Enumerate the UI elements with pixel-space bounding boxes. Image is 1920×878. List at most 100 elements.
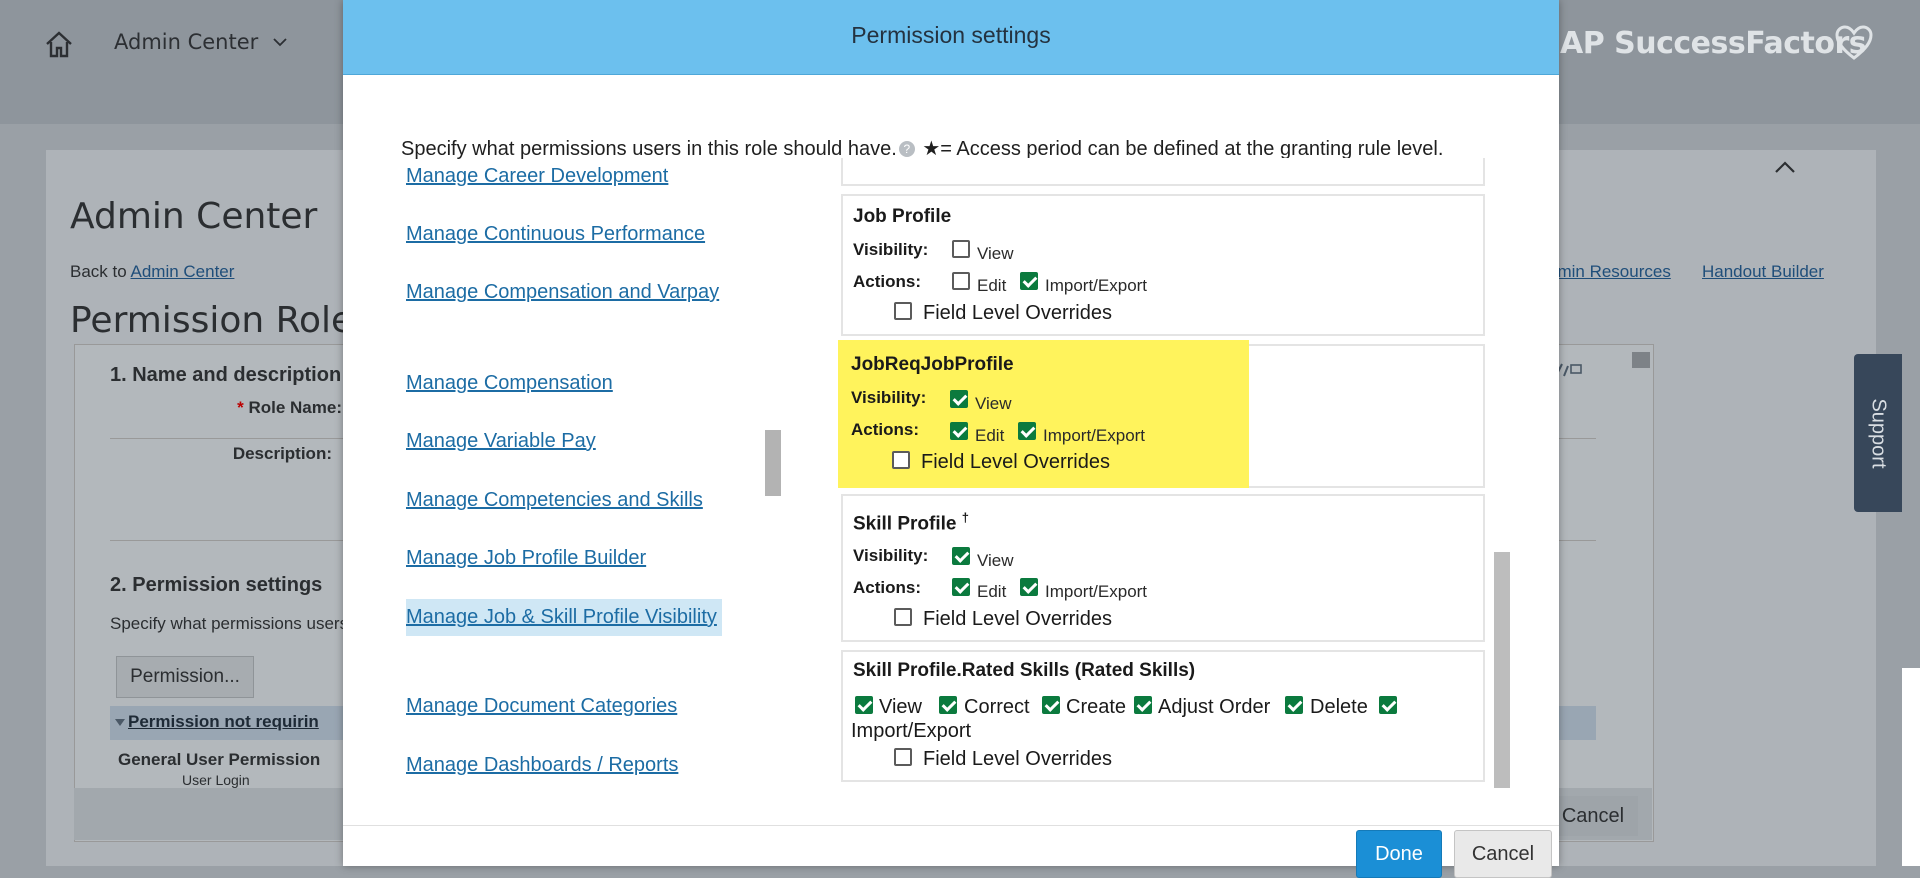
permission-settings-dialog: Permission settings Specify what permiss… <box>343 0 1559 878</box>
import-export-label: Import/Export <box>1045 582 1148 601</box>
handout-builder-link[interactable]: Handout Builder <box>1702 262 1824 282</box>
home-icon[interactable] <box>44 30 74 58</box>
role-name-label: * Role Name: <box>110 398 342 418</box>
nav-item-manage-job-skill-profile-visibility[interactable]: Manage Job & Skill Profile Visibility <box>406 599 722 636</box>
view-checkbox[interactable] <box>950 390 968 408</box>
permission-not-requiring-link[interactable]: Permission not requirin <box>128 712 319 732</box>
import-export-checkbox[interactable] <box>1018 422 1036 440</box>
page-title: Admin Center <box>70 196 318 237</box>
edit-label: Edit <box>977 276 1007 295</box>
permission-box-jobreqjobprofile: JobReqJobProfile Visibility: View Action… <box>838 340 1249 488</box>
import-export-label: Import/Export <box>1043 426 1146 445</box>
breadcrumb-prefix: Back to <box>70 262 131 281</box>
field-level-overrides-label: Field Level Overrides <box>923 748 1112 770</box>
field-level-overrides-checkbox[interactable] <box>894 608 912 626</box>
permission-box-rated-skills: Skill Profile.Rated Skills (Rated Skills… <box>841 650 1485 782</box>
required-marker: * <box>237 398 244 417</box>
right-panel-scrollbar[interactable] <box>1494 552 1510 788</box>
delete-checkbox[interactable] <box>1285 696 1303 714</box>
chevron-down-icon[interactable] <box>272 36 288 48</box>
left-list-scrollbar[interactable] <box>765 430 781 496</box>
correct-label: Correct <box>964 696 1030 718</box>
breadcrumb: Back to Admin Center <box>70 262 234 282</box>
edit-label: Edit <box>975 426 1005 445</box>
import-export-label: Import/Export <box>851 720 972 742</box>
actions-label: Actions: <box>853 578 921 597</box>
import-export-label: Import/Export <box>1045 276 1148 295</box>
heart-icon <box>1835 25 1873 60</box>
field-level-overrides-label: Field Level Overrides <box>923 302 1112 324</box>
view-checkbox[interactable] <box>855 696 873 714</box>
support-label: Support <box>1867 397 1890 469</box>
permission-role-title: Permission Role <box>70 300 354 341</box>
view-label: View <box>975 394 1012 413</box>
visibility-label: Visibility: <box>851 388 927 407</box>
nav-item-manage-compensation[interactable]: Manage Compensation <box>406 367 728 400</box>
chevron-up-icon[interactable] <box>1774 160 1796 174</box>
create-label: Create <box>1066 696 1127 718</box>
delete-label: Delete <box>1310 696 1368 718</box>
view-label: View <box>977 244 1014 263</box>
view-checkbox[interactable] <box>952 547 970 565</box>
field-level-overrides-checkbox[interactable] <box>892 451 910 469</box>
edit-label: Edit <box>977 582 1007 601</box>
permission-box-skill-profile: Skill Profile † Visibility: View Actions… <box>841 494 1485 642</box>
dialog-header: Permission settings <box>343 0 1559 75</box>
user-login-label: User Login <box>182 772 250 788</box>
actions-label: Actions: <box>853 272 921 291</box>
section-permission-text: Specify what permissions users <box>110 614 349 633</box>
import-export-checkbox[interactable] <box>1020 578 1038 596</box>
edit-checkbox[interactable] <box>952 578 970 596</box>
view-label: View <box>977 551 1014 570</box>
visibility-label: Visibility: <box>853 240 929 259</box>
nav-item-manage-job-profile-builder[interactable]: Manage Job Profile Builder <box>406 542 728 575</box>
role-name-label-text: Role Name: <box>248 398 342 417</box>
visibility-label: Visibility: <box>853 546 929 565</box>
back-to-admin-center-link[interactable]: Admin Center <box>130 262 234 281</box>
correct-checkbox[interactable] <box>939 696 957 714</box>
view-checkbox[interactable] <box>952 240 970 258</box>
done-button[interactable]: Done <box>1356 830 1442 878</box>
description-label: Description: <box>232 444 332 463</box>
nav-item-manage-career-development[interactable]: Manage Career Development <box>406 160 728 193</box>
nav-item-manage-continuous-performance[interactable]: Manage Continuous Performance <box>406 218 728 251</box>
import-export-checkbox[interactable] <box>1379 696 1397 714</box>
edge-strip <box>1902 668 1920 866</box>
triangle-down-icon[interactable] <box>114 716 126 728</box>
permission-box-title-text: Skill Profile <box>853 513 957 535</box>
view-label: View <box>879 696 922 718</box>
cancel-button[interactable]: Cancel <box>1454 830 1552 878</box>
actions-label: Actions: <box>851 420 919 439</box>
field-level-overrides-label: Field Level Overrides <box>921 451 1110 473</box>
topbar-title[interactable]: Admin Center <box>114 30 258 54</box>
help-icon[interactable]: ? <box>898 140 915 157</box>
background-cancel-button[interactable]: Cancel <box>1548 796 1638 836</box>
field-level-overrides-checkbox[interactable] <box>894 302 912 320</box>
nav-item-manage-variable-pay[interactable]: Manage Variable Pay <box>406 425 728 458</box>
permission-category-list: Manage Career Development Manage Continu… <box>406 160 736 800</box>
permission-box-title: Job Profile <box>853 206 952 227</box>
edit-checkbox[interactable] <box>950 422 968 440</box>
instruction-legend: ★= Access period can be defined at the g… <box>916 138 1444 160</box>
support-tab[interactable]: Support <box>1854 354 1902 512</box>
permission-box-title: Skill Profile.Rated Skills (Rated Skills… <box>853 660 1196 681</box>
permission-box-title: JobReqJobProfile <box>851 354 1014 375</box>
scrollbar-thumb[interactable] <box>1632 352 1650 368</box>
adjust-order-checkbox[interactable] <box>1134 696 1152 714</box>
permission-button[interactable]: Permission... <box>116 656 254 698</box>
permission-box-partial <box>841 158 1485 186</box>
section-name-description: 1. Name and description <box>110 364 342 386</box>
permission-box-job-profile: Job Profile Visibility: View Actions: Ed… <box>841 194 1485 336</box>
edit-checkbox[interactable] <box>952 272 970 290</box>
field-level-overrides-checkbox[interactable] <box>894 748 912 766</box>
adjust-order-label: Adjust Order <box>1158 696 1271 718</box>
import-export-checkbox[interactable] <box>1020 272 1038 290</box>
nav-item-manage-dashboards-reports[interactable]: Manage Dashboards / Reports <box>406 749 728 782</box>
nav-item-manage-document-categories[interactable]: Manage Document Categories <box>406 690 728 723</box>
create-checkbox[interactable] <box>1042 696 1060 714</box>
section-permission-settings: 2. Permission settings <box>110 574 323 596</box>
admin-resources-link[interactable]: dmin Resources <box>1548 262 1671 282</box>
nav-item-manage-compensation-and-varpay[interactable]: Manage Compensation and Varpay <box>406 276 728 309</box>
nav-item-manage-competencies-and-skills[interactable]: Manage Competencies and Skills <box>406 484 728 517</box>
dialog-footer-divider <box>343 825 1559 826</box>
